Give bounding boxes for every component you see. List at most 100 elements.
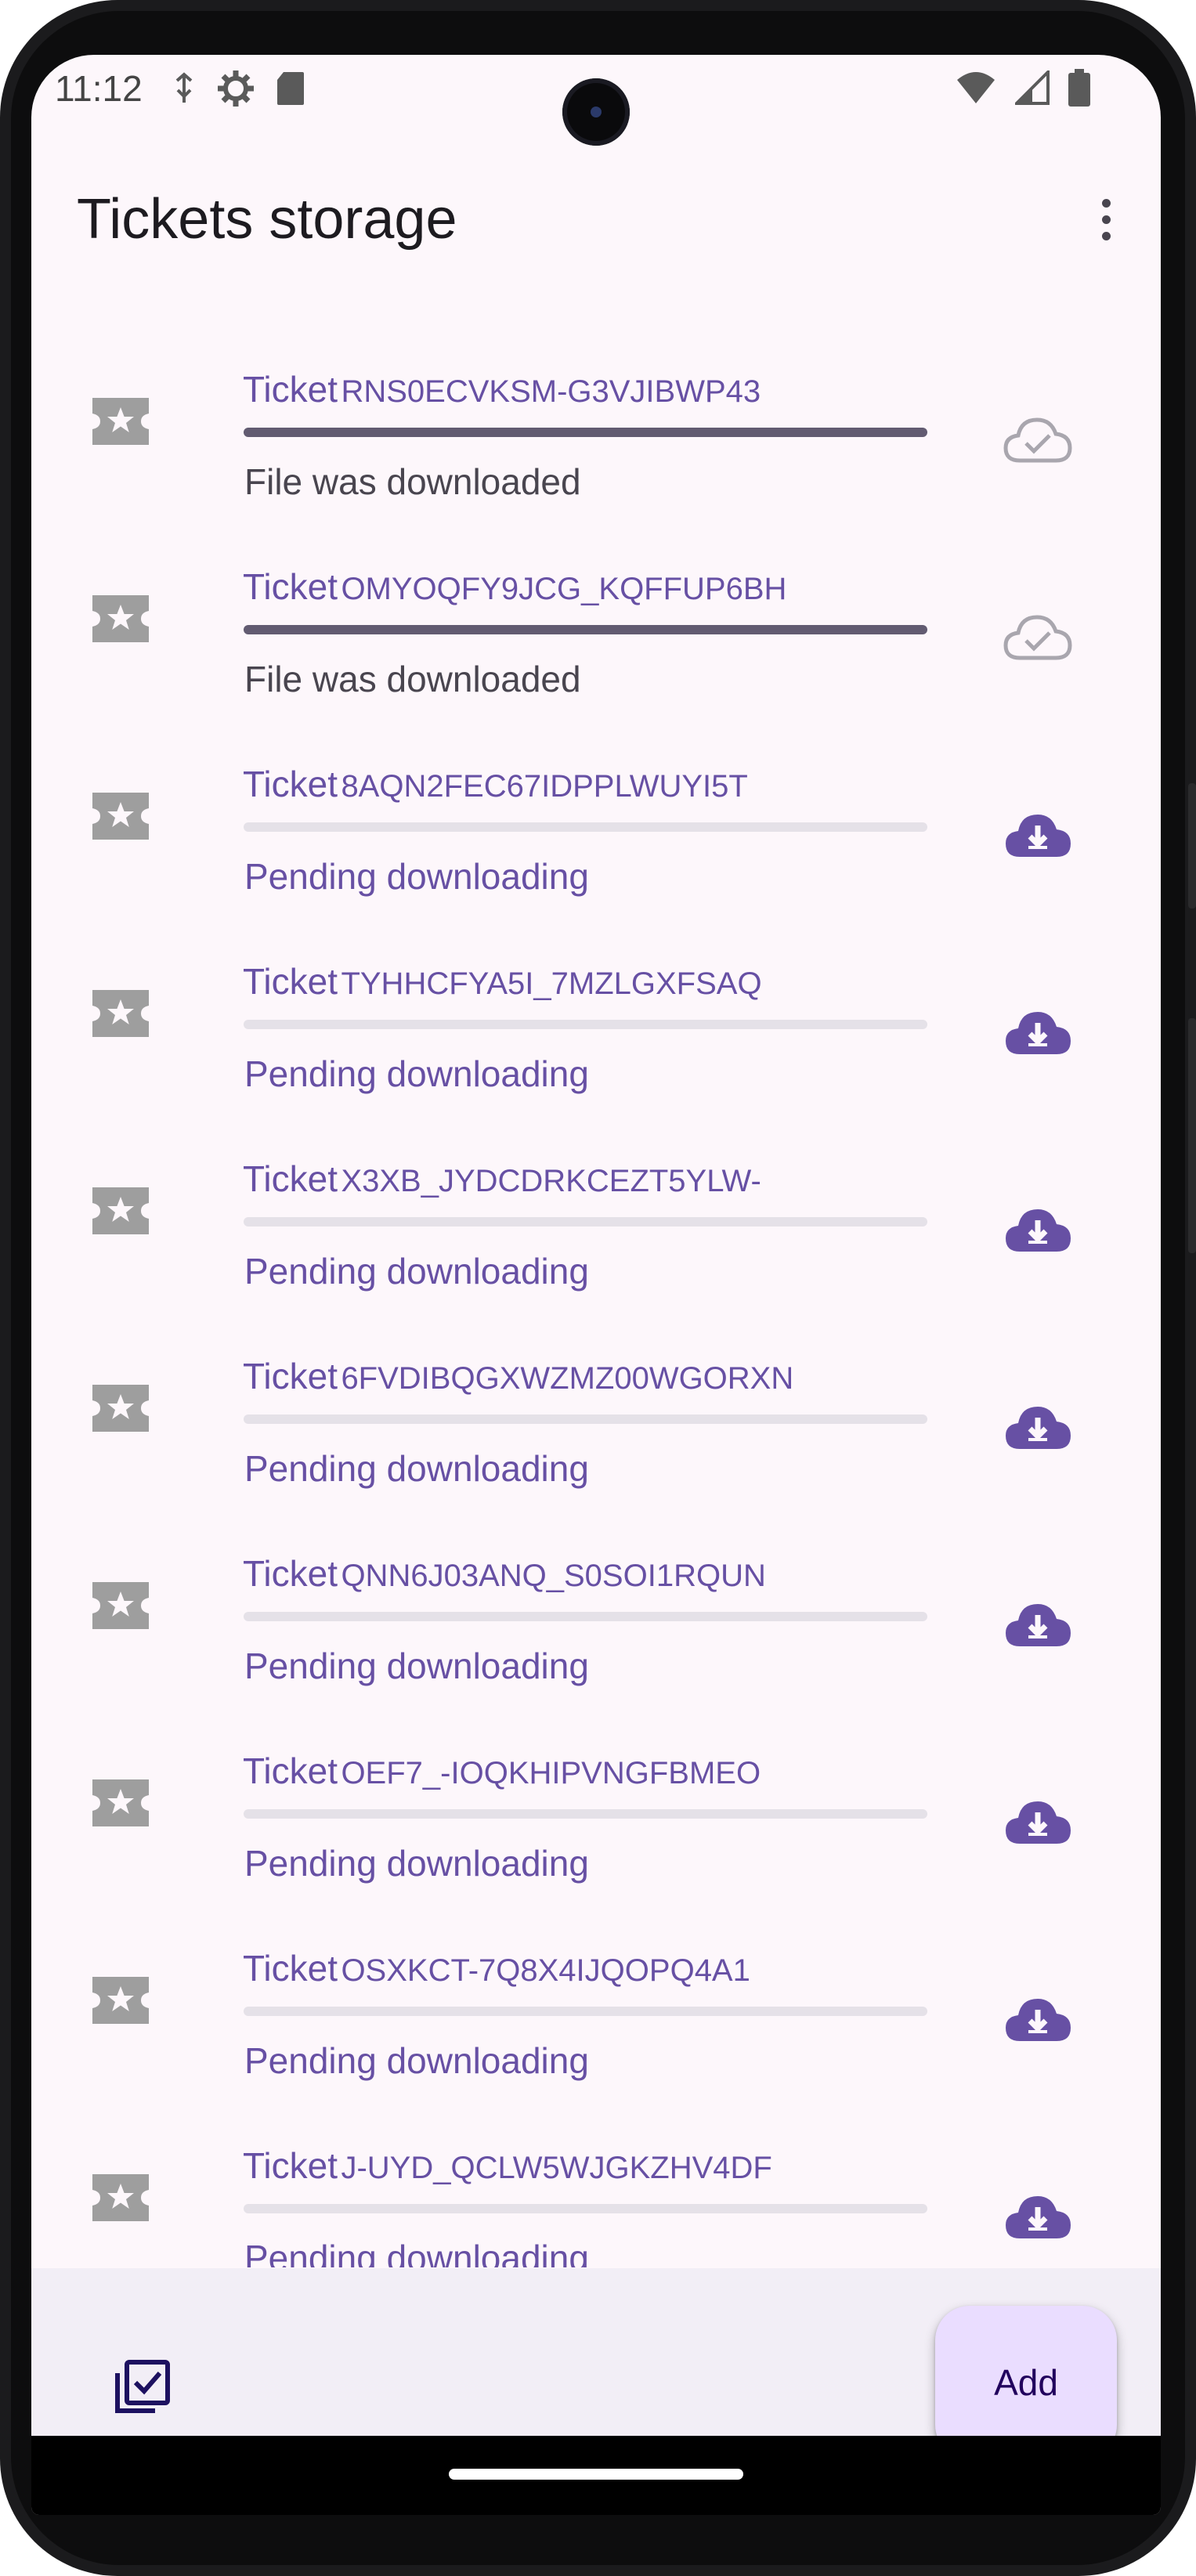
ticket-title: Ticket J-UYD_QCLW5WJGKZHV4DF: [243, 2144, 772, 2187]
cloud-download-icon[interactable]: [1003, 1993, 1073, 2047]
front-camera: [562, 78, 630, 146]
ticket-word: Ticket: [243, 961, 338, 1002]
volume-button: [1188, 1018, 1196, 1253]
download-progress-bar: [244, 1809, 927, 1819]
ticket-status: Pending downloading: [244, 2238, 589, 2267]
ticket-code: J-UYD_QCLW5WJGKZHV4DF: [341, 2151, 772, 2185]
ticket-word: Ticket: [243, 1948, 338, 1989]
wifi-icon: [956, 70, 996, 109]
usb-debug-icon: [172, 71, 196, 110]
ticket-title: Ticket X3XB_JYDCDRKCEZT5YLW-: [243, 1158, 761, 1200]
ticket-word: Ticket: [243, 566, 338, 607]
ticket-title: Ticket OEF7_-IOQKHIPVNGFBMEO: [243, 1750, 761, 1792]
library-add-check-icon[interactable]: [110, 2356, 172, 2419]
ticket-code: TYHHCFYA5I_7MZLGXFSAQ: [341, 966, 762, 1001]
phone-screen: 11:12 Tickets storage Ticket RNS0ECVKSM-…: [31, 55, 1161, 2515]
ticket-row[interactable]: Ticket X3XB_JYDCDRKCEZT5YLW- Pending dow…: [31, 1156, 1161, 1353]
cloud-download-icon[interactable]: [1003, 1006, 1073, 1060]
download-progress-fill: [244, 625, 927, 634]
ticket-star-icon: [92, 793, 149, 840]
ticket-title: Ticket OSXKCT-7Q8X4IJQOPQ4A1: [243, 1947, 750, 1989]
ticket-code: OEF7_-IOQKHIPVNGFBMEO: [341, 1756, 761, 1790]
cloud-download-icon[interactable]: [1003, 1400, 1073, 1455]
ticket-star-icon: [92, 1582, 149, 1629]
ticket-word: Ticket: [243, 1750, 338, 1791]
ticket-status: File was downloaded: [244, 659, 581, 699]
menu-dot: [1101, 198, 1111, 208]
status-time: 11:12: [55, 68, 143, 109]
ticket-code: OSXKCT-7Q8X4IJQOPQ4A1: [341, 1953, 750, 1988]
ticket-star-icon: [92, 990, 149, 1037]
ticket-code: 8AQN2FEC67IDPPLWUYI5T: [341, 769, 748, 804]
status-bar: 11:12: [31, 55, 1161, 149]
ticket-row[interactable]: Ticket QNN6J03ANQ_S0SOI1RQUN Pending dow…: [31, 1551, 1161, 1748]
download-progress-bar: [244, 1217, 927, 1227]
ticket-status: Pending downloading: [244, 1251, 589, 1292]
ticket-status: Pending downloading: [244, 1843, 589, 1884]
download-progress-bar: [244, 428, 927, 437]
ticket-word: Ticket: [243, 369, 338, 410]
top-app-bar: Tickets storage: [31, 149, 1161, 266]
status-icons-left: [172, 69, 305, 112]
download-progress-bar: [244, 2007, 927, 2016]
ticket-status: File was downloaded: [244, 461, 581, 502]
ticket-title: Ticket 6FVDIBQGXWZMZ00WGORXN: [243, 1355, 793, 1397]
download-progress-bar: [244, 1020, 927, 1029]
ticket-status: Pending downloading: [244, 1448, 589, 1489]
ticket-code: RNS0ECVKSM-G3VJIBWP43: [341, 374, 761, 409]
ticket-row[interactable]: Ticket RNS0ECVKSM-G3VJIBWP43 File was do…: [31, 367, 1161, 564]
ticket-status: Pending downloading: [244, 2040, 589, 2081]
sd-card-icon: [276, 70, 305, 110]
home-gesture-handle[interactable]: [449, 2469, 743, 2480]
status-icons-right: [956, 68, 1090, 110]
ticket-title: Ticket 8AQN2FEC67IDPPLWUYI5T: [243, 763, 748, 805]
ticket-row[interactable]: Ticket TYHHCFYA5I_7MZLGXFSAQ Pending dow…: [31, 959, 1161, 1156]
ticket-list[interactable]: Ticket RNS0ECVKSM-G3VJIBWP43 File was do…: [31, 321, 1161, 2267]
cloud-download-icon[interactable]: [1003, 2190, 1073, 2245]
ticket-word: Ticket: [243, 1158, 338, 1199]
ticket-star-icon: [92, 1977, 149, 2024]
cloud-done-icon[interactable]: [1003, 414, 1073, 468]
download-progress-bar: [244, 822, 927, 832]
system-navigation-bar: [31, 2436, 1161, 2515]
more-vert-icon[interactable]: [1082, 196, 1129, 243]
signal-icon: [1013, 68, 1050, 109]
ticket-status: Pending downloading: [244, 1053, 589, 1094]
menu-dot: [1101, 231, 1111, 240]
ticket-title: Ticket OMYOQFY9JCG_KQFFUP6BH: [243, 565, 786, 608]
ticket-row[interactable]: Ticket OEF7_-IOQKHIPVNGFBMEO Pending dow…: [31, 1748, 1161, 1946]
ticket-title: Ticket QNN6J03ANQ_S0SOI1RQUN: [243, 1552, 766, 1595]
cloud-done-icon[interactable]: [1003, 611, 1073, 666]
power-button: [1188, 783, 1196, 909]
ticket-title: Ticket TYHHCFYA5I_7MZLGXFSAQ: [243, 960, 762, 1003]
ticket-row[interactable]: Ticket 6FVDIBQGXWZMZ00WGORXN Pending dow…: [31, 1353, 1161, 1551]
ticket-code: QNN6J03ANQ_S0SOI1RQUN: [341, 1559, 766, 1593]
ticket-code: 6FVDIBQGXWZMZ00WGORXN: [341, 1361, 794, 1396]
ticket-star-icon: [92, 398, 149, 445]
ticket-row[interactable]: Ticket 8AQN2FEC67IDPPLWUYI5T Pending dow…: [31, 761, 1161, 959]
ticket-star-icon: [92, 1187, 149, 1234]
ticket-star-icon: [92, 595, 149, 642]
ticket-code: X3XB_JYDCDRKCEZT5YLW-: [341, 1164, 761, 1198]
ticket-code: OMYOQFY9JCG_KQFFUP6BH: [341, 572, 787, 606]
ticket-star-icon: [92, 2174, 149, 2221]
ticket-word: Ticket: [243, 764, 338, 804]
cloud-download-icon[interactable]: [1003, 1795, 1073, 1850]
cloud-download-icon[interactable]: [1003, 1203, 1073, 1258]
download-progress-fill: [244, 428, 927, 437]
cloud-download-icon[interactable]: [1003, 808, 1073, 863]
download-progress-bar: [244, 1612, 927, 1621]
ticket-row[interactable]: Ticket OSXKCT-7Q8X4IJQOPQ4A1 Pending dow…: [31, 1946, 1161, 2143]
battery-icon: [1068, 69, 1090, 110]
ticket-row[interactable]: Ticket OMYOQFY9JCG_KQFFUP6BH File was do…: [31, 564, 1161, 761]
settings-icon: [216, 69, 255, 112]
download-progress-bar: [244, 1414, 927, 1424]
device-frame: 11:12 Tickets storage Ticket RNS0ECVKSM-…: [0, 0, 1196, 2576]
ticket-word: Ticket: [243, 2145, 338, 2186]
menu-dot: [1101, 215, 1111, 224]
ticket-status: Pending downloading: [244, 1646, 589, 1686]
ticket-word: Ticket: [243, 1553, 338, 1594]
ticket-word: Ticket: [243, 1356, 338, 1396]
cloud-download-icon[interactable]: [1003, 1598, 1073, 1653]
ticket-row[interactable]: Ticket J-UYD_QCLW5WJGKZHV4DF Pending dow…: [31, 2143, 1161, 2267]
